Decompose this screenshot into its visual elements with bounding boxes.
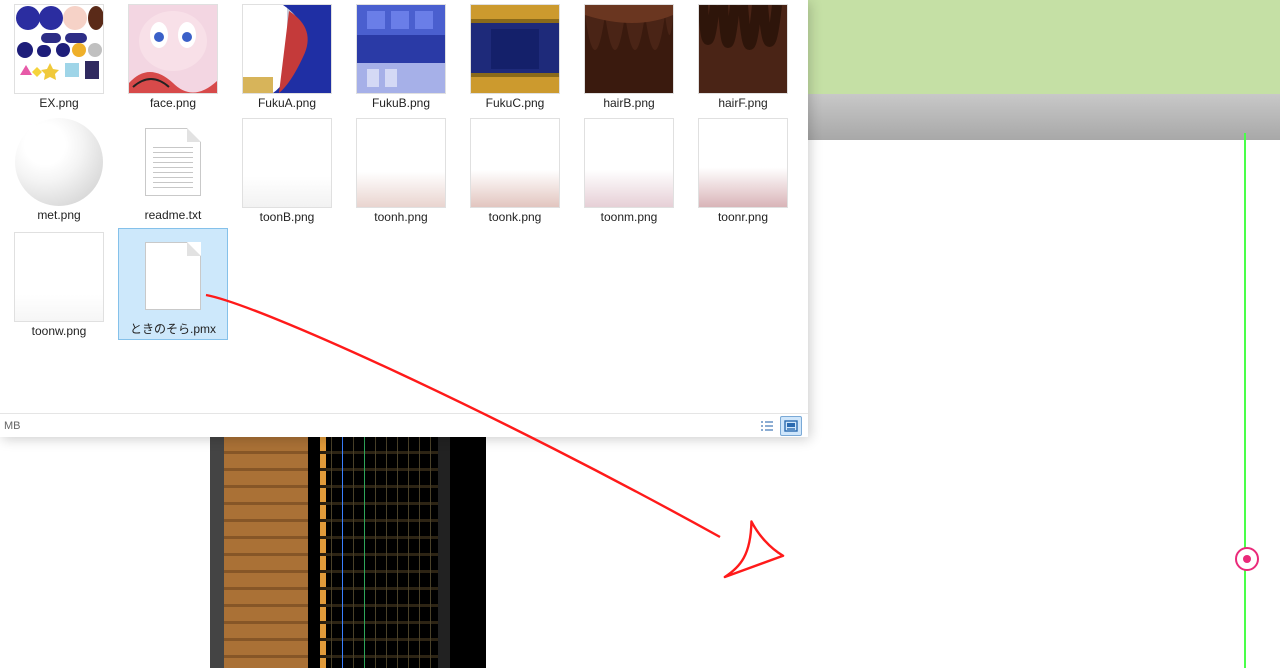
file-item[interactable]: toonr.png	[686, 114, 800, 228]
file-label: face.png	[128, 96, 218, 110]
file-thumbnail	[356, 118, 446, 208]
file-thumbnail	[698, 4, 788, 94]
file-thumbnail	[128, 4, 218, 94]
file-item[interactable]: EX.png	[2, 0, 116, 114]
timeline-cursor-line	[1244, 133, 1246, 668]
file-label: FukuA.png	[242, 96, 332, 110]
file-label: toonh.png	[356, 210, 446, 224]
file-thumbnail	[356, 4, 446, 94]
file-label: hairB.png	[584, 96, 674, 110]
file-thumbnail	[470, 118, 560, 208]
file-thumbnail	[584, 4, 674, 94]
app-toolbar-strip	[808, 94, 1280, 140]
file-thumbnail	[129, 232, 217, 320]
file-label: met.png	[15, 208, 103, 222]
file-grid: EX.png face.png	[0, 0, 808, 342]
file-item-selected[interactable]: ときのそら.pmx	[116, 228, 230, 342]
file-thumbnail	[14, 4, 104, 94]
view-mode-buttons	[756, 416, 802, 436]
file-item[interactable]: face.png	[116, 0, 230, 114]
file-item[interactable]: hairB.png	[572, 0, 686, 114]
file-thumbnail	[15, 118, 103, 206]
file-thumbnail	[698, 118, 788, 208]
file-label: readme.txt	[129, 208, 217, 222]
file-label: ときのそら.pmx	[129, 322, 217, 336]
file-label: toonm.png	[584, 210, 674, 224]
status-bar: MB	[0, 413, 808, 437]
file-thumbnail	[584, 118, 674, 208]
file-label: FukuB.png	[356, 96, 446, 110]
file-label: FukuC.png	[470, 96, 560, 110]
file-label: toonr.png	[698, 210, 788, 224]
file-item[interactable]: readme.txt	[116, 114, 230, 228]
file-item[interactable]: met.png	[2, 114, 116, 228]
file-item[interactable]: FukuB.png	[344, 0, 458, 114]
file-item[interactable]: toonk.png	[458, 114, 572, 228]
timeline-panel[interactable]	[210, 437, 486, 668]
details-view-button[interactable]	[756, 416, 778, 436]
status-text: MB	[4, 420, 21, 432]
file-thumbnail	[242, 118, 332, 208]
file-explorer-window[interactable]: EX.png face.png	[0, 0, 808, 437]
file-item[interactable]: toonh.png	[344, 114, 458, 228]
file-thumbnail	[14, 232, 104, 322]
record-marker[interactable]	[1235, 547, 1259, 571]
thumbnails-view-button[interactable]	[780, 416, 802, 436]
file-item[interactable]: toonB.png	[230, 114, 344, 228]
file-label: hairF.png	[698, 96, 788, 110]
file-thumbnail	[242, 4, 332, 94]
file-item[interactable]: hairF.png	[686, 0, 800, 114]
file-item[interactable]: toonm.png	[572, 114, 686, 228]
app-header-strip	[808, 0, 1280, 94]
file-label: EX.png	[14, 96, 104, 110]
file-label: toonB.png	[242, 210, 332, 224]
file-thumbnail	[470, 4, 560, 94]
file-item[interactable]: toonw.png	[2, 228, 116, 342]
file-item[interactable]: FukuC.png	[458, 0, 572, 114]
file-thumbnail	[129, 118, 217, 206]
file-label: toonw.png	[14, 324, 104, 338]
file-item[interactable]: FukuA.png	[230, 0, 344, 114]
file-label: toonk.png	[470, 210, 560, 224]
